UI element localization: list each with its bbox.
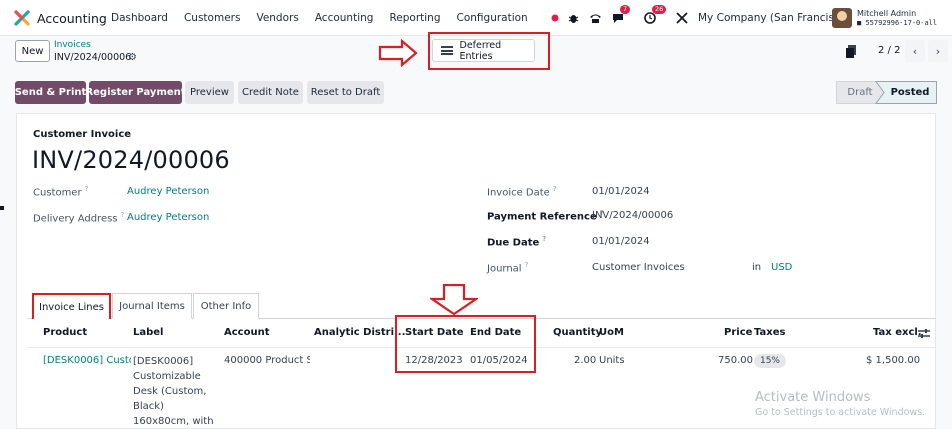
chevron-left-icon: ‹: [912, 44, 918, 58]
payment-reference-value[interactable]: INV/2024/00006: [592, 210, 673, 221]
column-account[interactable]: Account: [224, 327, 269, 338]
preview-button[interactable]: Preview: [185, 81, 234, 104]
chevron-right-icon: ›: [935, 44, 941, 58]
activity-clock-icon[interactable]: 26: [642, 5, 667, 28]
currency-value[interactable]: USD: [771, 262, 792, 273]
menu-reporting[interactable]: Reporting: [389, 12, 440, 24]
column-analytic-distribution[interactable]: Analytic Distri...: [314, 327, 405, 338]
reset-to-draft-button[interactable]: Reset to Draft: [307, 81, 384, 104]
record-dot-icon[interactable]: [548, 8, 562, 28]
customer-label-text: Customer: [33, 187, 82, 199]
row-tax-badge[interactable]: 15%: [754, 354, 786, 368]
invoice-date-value[interactable]: 01/01/2024: [592, 186, 650, 197]
column-label[interactable]: Label: [133, 327, 164, 338]
help-mark: ?: [542, 235, 547, 243]
column-taxes[interactable]: Taxes: [754, 327, 785, 338]
chat-icon[interactable]: 7: [610, 5, 631, 28]
app-name[interactable]: Accounting: [37, 11, 107, 26]
column-price[interactable]: Price: [724, 327, 752, 338]
send-print-button[interactable]: Send & Print: [15, 81, 86, 104]
deferred-entries-button[interactable]: Deferred Entries: [432, 39, 535, 62]
database-name: 55792996-17-0-all: [865, 19, 938, 27]
row-label[interactable]: [DESK0006] Customizable Desk (Custom, Bl…: [133, 354, 223, 429]
row-uom[interactable]: Units: [599, 355, 625, 366]
tools-icon[interactable]: [675, 8, 689, 28]
payment-ref-label-text: Payment Reference: [487, 211, 597, 223]
document-type: Customer Invoice: [33, 129, 132, 140]
chat-badge: 7: [620, 5, 631, 14]
windows-watermark-title: Activate Windows: [755, 390, 871, 405]
menu-customers[interactable]: Customers: [184, 12, 240, 24]
tab-other-info[interactable]: Other Info: [193, 293, 259, 319]
column-settings-icon[interactable]: [918, 328, 930, 339]
pager-next-button[interactable]: ›: [928, 40, 948, 62]
column-tax-excluded[interactable]: Tax excl.: [873, 327, 922, 338]
status-draft[interactable]: Draft: [840, 81, 880, 104]
annotation-arrow-right-icon: [378, 39, 418, 67]
delivery-label-text: Delivery Address: [33, 213, 118, 225]
activity-badge: 26: [652, 5, 667, 14]
credit-note-button[interactable]: Credit Note: [238, 81, 303, 104]
invoice-date-label: Invoice Date?: [487, 185, 557, 198]
help-mark: ?: [524, 261, 529, 269]
row-quantity[interactable]: 2.00: [574, 355, 596, 366]
menu-vendors[interactable]: Vendors: [256, 12, 298, 24]
company-switcher[interactable]: My Company (San Francisco): [698, 12, 850, 24]
column-product[interactable]: Product: [43, 327, 87, 338]
list-icon: [441, 46, 453, 55]
annotation-arrow-down-icon: [430, 284, 478, 315]
row-tax-excluded: $ 1,500.00: [866, 355, 921, 366]
help-mark: ?: [552, 185, 557, 193]
payment-reference-label: Payment Reference?: [487, 209, 604, 222]
help-mark: ?: [120, 211, 125, 219]
user-avatar[interactable]: [832, 8, 852, 28]
invoice-date-label-text: Invoice Date: [487, 187, 550, 199]
register-payment-button[interactable]: Register Payment: [85, 81, 186, 104]
menu-configuration[interactable]: Configuration: [457, 12, 528, 24]
annotation-highlight-dates: [395, 315, 536, 373]
status-posted[interactable]: Posted: [884, 81, 936, 104]
deferred-entries-label: Deferred Entries: [459, 39, 502, 62]
windows-watermark-subtitle: Go to Settings to activate Windows.: [755, 407, 926, 418]
accounting-app-icon[interactable]: [14, 10, 30, 26]
pager-previous-button[interactable]: ‹: [905, 40, 925, 62]
gear-icon[interactable]: ⚙: [128, 52, 137, 63]
customer-label: Customer?: [33, 185, 88, 198]
due-date-value[interactable]: 01/01/2024: [592, 236, 650, 247]
bug-icon[interactable]: [566, 8, 580, 28]
tab-invoice-lines[interactable]: Invoice Lines: [32, 293, 111, 319]
row-product[interactable]: [DESK0006] Customi: [43, 355, 131, 366]
currency-in-label: in: [752, 262, 762, 273]
tab-journal-items[interactable]: Journal Items: [112, 293, 192, 319]
column-uom[interactable]: UoM: [599, 327, 624, 338]
main-menu: Dashboard Customers Vendors Accounting R…: [111, 12, 544, 24]
phone-icon[interactable]: [587, 8, 603, 28]
journal-label-text: Journal: [487, 263, 522, 275]
help-mark: ?: [84, 185, 89, 193]
new-button[interactable]: New: [15, 40, 50, 62]
breadcrumb-invoices[interactable]: Invoices: [54, 40, 91, 50]
resize-handle: [0, 206, 4, 210]
breadcrumb-current: INV/2024/00006: [54, 52, 132, 63]
row-account[interactable]: 400000 Product S...: [224, 355, 310, 366]
journal-label: Journal?: [487, 261, 528, 274]
menu-accounting[interactable]: Accounting: [315, 12, 374, 24]
user-database: ■ 55792996-17-0-all: [857, 19, 937, 27]
menu-dashboard[interactable]: Dashboard: [111, 12, 168, 24]
customer-value[interactable]: Audrey Peterson: [127, 186, 209, 197]
invoice-number: INV/2024/00006: [32, 146, 230, 174]
row-price[interactable]: 750.00: [718, 355, 753, 366]
due-date-label: Due Date?: [487, 235, 546, 248]
documents-icon[interactable]: [846, 45, 856, 58]
delivery-address-value[interactable]: Audrey Peterson: [127, 212, 209, 223]
delivery-address-label: Delivery Address?: [33, 211, 124, 224]
due-date-label-text: Due Date: [487, 237, 540, 249]
pager-value[interactable]: 2 / 2: [878, 45, 900, 56]
journal-value[interactable]: Customer Invoices: [592, 262, 685, 273]
user-name[interactable]: Mitchell Admin: [857, 9, 916, 18]
column-quantity[interactable]: Quantity: [553, 327, 602, 338]
